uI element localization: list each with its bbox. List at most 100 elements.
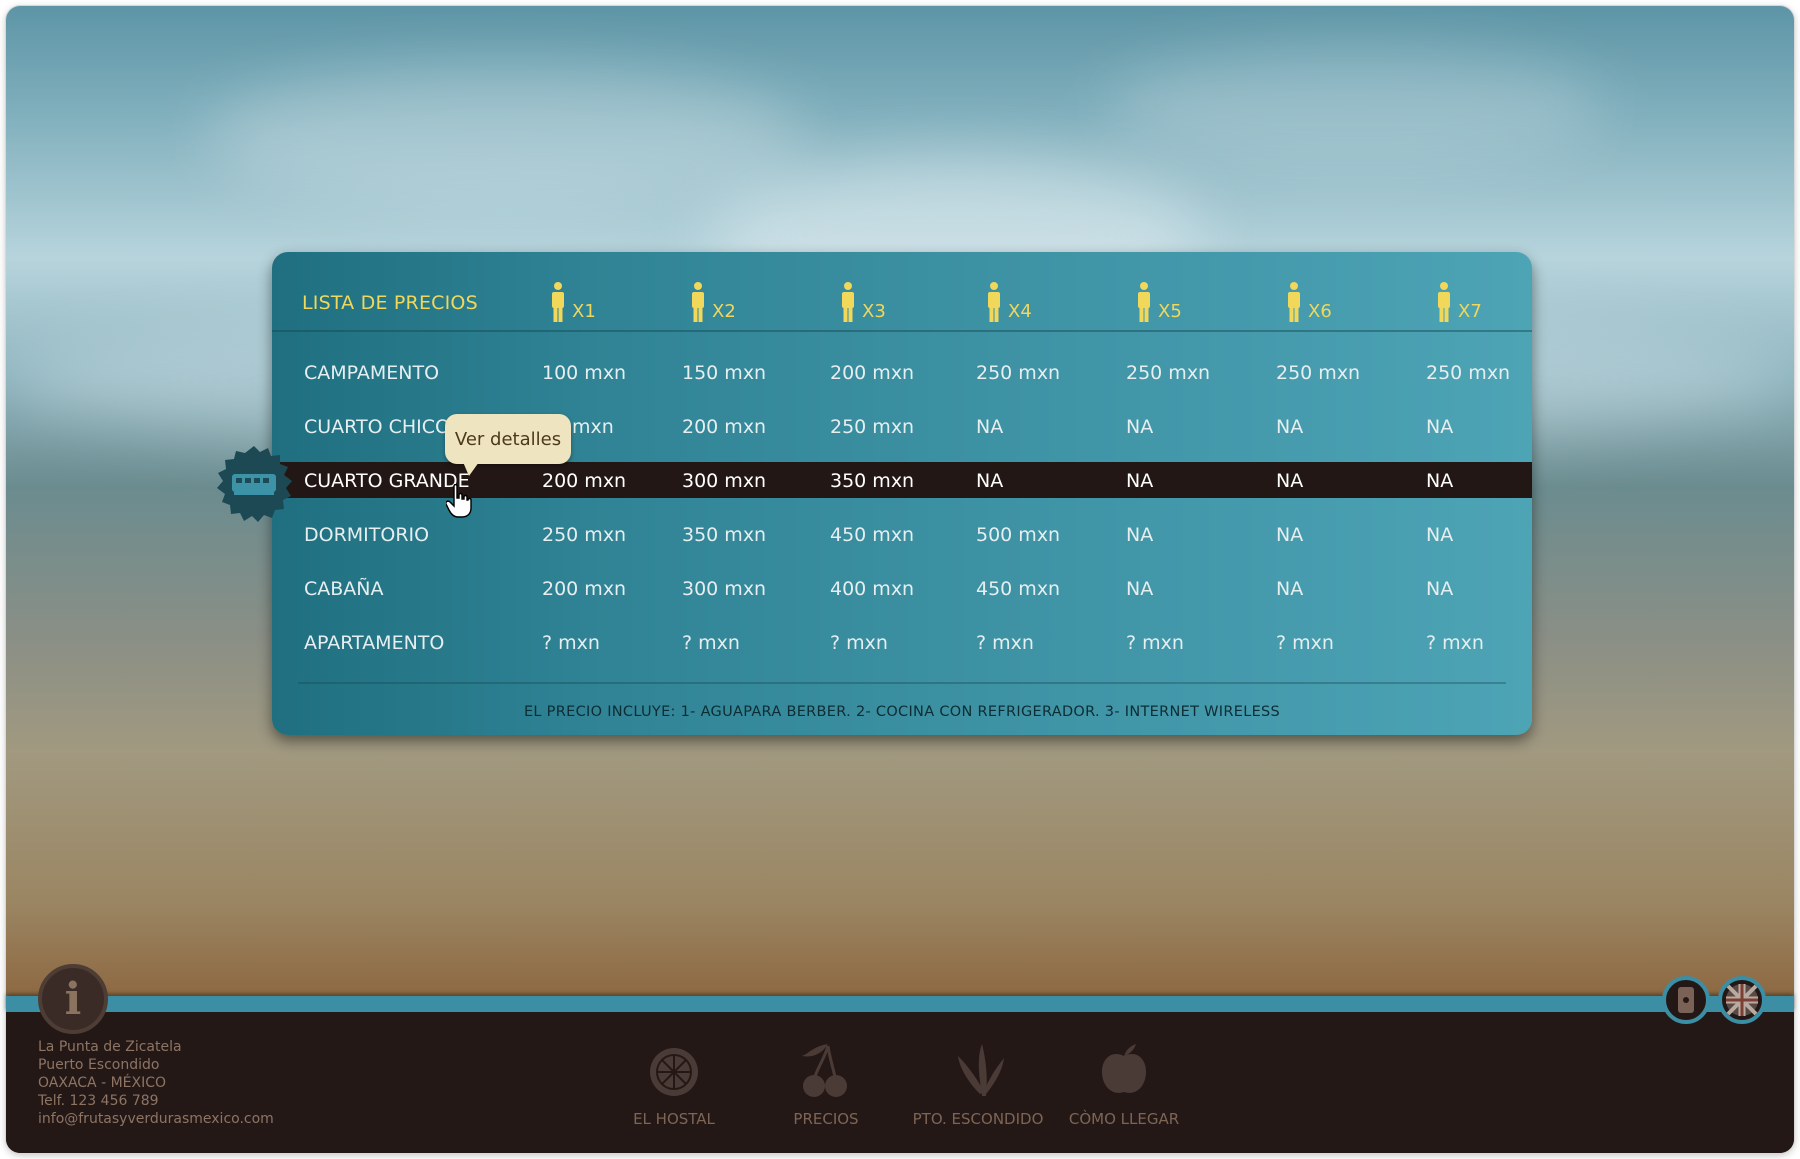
price-cell: 200 mxn [542,470,627,492]
tooltip-text: Ver detalles [454,428,562,450]
row-label: CUARTO GRANDE [304,470,470,492]
row-label: DORMITORIO [304,524,430,546]
nav-pto-escondido[interactable]: PTO. ESCONDIDO [898,1040,1058,1128]
price-cell: NA [1126,524,1154,546]
column-label: X5 [1158,301,1182,322]
price-cell: 350 mxn [682,524,767,546]
price-cell: NA [1276,416,1304,438]
price-cell: 250 mxn [1276,362,1361,384]
price-cell: 300 mxn [682,470,767,492]
nav-precios[interactable]: PRECIOS [746,1040,906,1128]
price-cell: 450 mxn [976,578,1061,600]
price-cell: ? mxn [976,632,1034,654]
language-button[interactable] [1718,976,1766,1024]
price-cell: 350 mxn [830,470,915,492]
price-cell: 300 mxn [682,578,767,600]
price-cell: NA [1426,416,1454,438]
contact-email[interactable]: info@frutasyverdurasmexico.com [38,1110,274,1128]
orange-icon [650,1048,698,1096]
table-row-cabana[interactable]: CABAÑA 200 mxn 300 mxn 400 mxn 450 mxn N… [272,570,1532,606]
info-button[interactable]: i [38,964,108,1034]
nav-como-llegar[interactable]: CÒMO LLEGAR [1044,1040,1204,1128]
column-label: X7 [1458,301,1482,322]
contact-button[interactable] [1662,976,1710,1024]
price-cell: NA [976,416,1004,438]
price-cell: 250 mxn [542,524,627,546]
column-x2: X2 [690,278,736,322]
price-cell: 200 mxn [542,578,627,600]
price-cell: NA [1426,524,1454,546]
bananas-icon [958,1044,1004,1096]
price-cell: NA [1276,470,1304,492]
nav-label: EL HOSTAL [633,1110,715,1128]
row-label: CUARTO CHICO [304,416,450,438]
column-label: X4 [1008,301,1032,322]
column-label: X1 [572,301,596,322]
column-x4: X4 [986,278,1032,322]
nav-label: PTO. ESCONDIDO [912,1110,1044,1128]
price-cell: 200 mxn [682,416,767,438]
table-row-apartamento[interactable]: APARTAMENTO ? mxn ? mxn ? mxn ? mxn ? mx… [272,624,1532,660]
contact-line: Puerto Escondido [38,1057,160,1073]
column-label: X6 [1308,301,1332,322]
price-table-title: LISTA DE PRECIOS [302,292,478,314]
row-label: CABAÑA [304,578,384,600]
person-icon [692,282,704,322]
price-cell: NA [1126,416,1154,438]
contact-block: La Punta de Zicatela Puerto Escondido OA… [38,1038,274,1128]
price-cell: NA [1276,524,1304,546]
price-cell: ? mxn [830,632,888,654]
price-cell: NA [1126,470,1154,492]
hand-cursor-icon [446,484,472,518]
price-cell: 200 mxn [830,362,915,384]
person-icon [1438,282,1450,322]
price-cell: NA [976,470,1004,492]
nav-label: CÒMO LLEGAR [1068,1110,1180,1128]
apple-icon [1102,1044,1146,1093]
contact-line: Telf. 123 456 789 [38,1093,159,1109]
footer-accent-bar [6,996,1794,1012]
row-label: CAMPAMENTO [304,362,440,384]
person-icon [1288,282,1300,322]
uk-flag-icon [1726,984,1758,1016]
contact-line: OAXACA - MÉXICO [38,1075,167,1091]
nav-el-hostal[interactable]: EL HOSTAL [594,1040,754,1128]
price-cell: ? mxn [1126,632,1184,654]
column-label: X3 [862,301,886,322]
column-x7: X7 [1436,278,1482,322]
price-cell: 150 mxn [682,362,767,384]
person-icon [552,282,564,322]
person-icon [1138,282,1150,322]
row-label: APARTAMENTO [304,632,445,654]
table-row-dormitorio[interactable]: DORMITORIO 250 mxn 350 mxn 450 mxn 500 m… [272,516,1532,552]
price-cell: ? mxn [542,632,600,654]
price-cell: 250 mxn [1126,362,1211,384]
price-cell: ? mxn [1426,632,1484,654]
room-badge-icon[interactable] [214,444,294,524]
contact-line: La Punta de Zicatela [38,1039,182,1055]
price-cell: NA [1426,470,1454,492]
price-cell: mxn [572,416,614,438]
price-cell: 250 mxn [976,362,1061,384]
price-cell: NA [1126,578,1154,600]
door-icon [1678,987,1694,1013]
price-cell: NA [1426,578,1454,600]
price-cell: 250 mxn [830,416,915,438]
cherries-icon [802,1044,847,1097]
info-icon: i [64,973,82,1025]
nav-label: PRECIOS [793,1110,859,1128]
price-cell: 500 mxn [976,524,1061,546]
price-cell: ? mxn [1276,632,1334,654]
price-cell: 250 mxn [1426,362,1511,384]
column-x5: X5 [1136,278,1182,322]
column-x1: X1 [550,278,596,322]
price-cell: ? mxn [682,632,740,654]
person-icon [988,282,1000,322]
column-x6: X6 [1286,278,1332,322]
table-row-campamento[interactable]: CAMPAMENTO 100 mxn 150 mxn 200 mxn 250 m… [272,354,1532,390]
price-cell: 400 mxn [830,578,915,600]
price-cell: 100 mxn [542,362,627,384]
price-cell: 450 mxn [830,524,915,546]
person-icon [842,282,854,322]
price-footnote: EL PRECIO INCLUYE: 1- AGUAPARA BERBER. 2… [298,682,1506,720]
